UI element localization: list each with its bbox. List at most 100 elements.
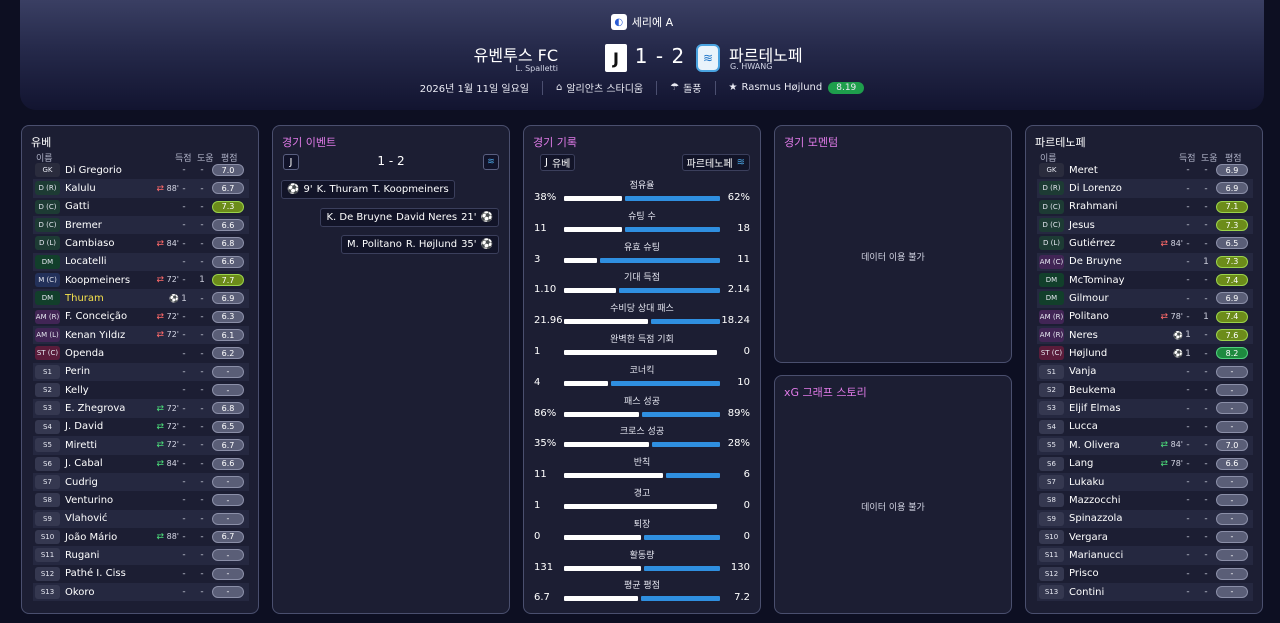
player-row[interactable]: D (R) Kalulu ⇄ 88' - -6.7 xyxy=(33,179,249,198)
player-name[interactable]: Politano xyxy=(1069,311,1109,322)
player-name[interactable]: Contini xyxy=(1069,587,1104,598)
player-name[interactable]: Lukaku xyxy=(1069,477,1104,488)
player-name[interactable]: Gatti xyxy=(65,201,90,212)
away-team-logo-icon[interactable]: ≋ xyxy=(696,44,720,72)
player-name[interactable]: Højlund xyxy=(1069,348,1107,359)
player-name[interactable]: J. Cabal xyxy=(65,458,103,469)
player-row[interactable]: S11 Rugani - - - xyxy=(33,546,249,565)
player-row[interactable]: S10 Vergara - - - xyxy=(1037,528,1253,546)
player-name[interactable]: Locatelli xyxy=(65,256,107,267)
player-row[interactable]: D (L) Gutiérrez ⇄ 84' - -6.5 xyxy=(1037,234,1253,252)
player-name[interactable]: Gutiérrez xyxy=(1069,238,1115,249)
player-row[interactable]: AM (R) Politano ⇄ 78' - 1 7.4 xyxy=(1037,308,1253,326)
event-goal[interactable]: K. De Bruyne David Neres 21' ⚽ xyxy=(320,208,499,227)
player-row[interactable]: ST (C) Openda - -6.2 xyxy=(33,344,249,362)
player-row[interactable]: S12 Pathé I. Ciss - - - xyxy=(33,565,249,583)
event-goal[interactable]: ⚽ 9' K. Thuram T. Koopmeiners xyxy=(281,180,455,199)
player-name[interactable]: Spinazzola xyxy=(1069,513,1122,524)
player-row[interactable]: D (C) Jesus - -7.3 xyxy=(1037,216,1253,235)
player-row[interactable]: S1 Vanja - - - xyxy=(1037,362,1253,382)
player-name[interactable]: Eljif Elmas xyxy=(1069,403,1121,414)
stadium-name[interactable]: 알리안츠 스타디움 xyxy=(566,80,643,95)
player-row[interactable]: S4 J. David ⇄ 72' - -6.5 xyxy=(33,418,249,436)
player-name[interactable]: Kalulu xyxy=(65,183,96,194)
player-name[interactable]: Kenan Yıldız xyxy=(65,330,125,341)
player-name[interactable]: Vanja xyxy=(1069,366,1096,377)
player-name[interactable]: Mazzocchi xyxy=(1069,495,1120,506)
player-row[interactable]: S13 Okoro - - - xyxy=(33,582,249,602)
player-name[interactable]: Di Lorenzo xyxy=(1069,183,1122,194)
player-name[interactable]: Koopmeiners xyxy=(65,275,130,286)
player-name[interactable]: Okoro xyxy=(65,587,94,598)
player-row[interactable]: S4 Lucca - - - xyxy=(1037,418,1253,436)
player-name[interactable]: F. Conceição xyxy=(65,311,127,322)
player-name[interactable]: Beukema xyxy=(1069,385,1116,396)
player-name[interactable]: Openda xyxy=(65,348,104,359)
player-name[interactable]: Rrahmani xyxy=(1069,201,1118,212)
player-row[interactable]: S6 J. Cabal ⇄ 84' - -6.6 xyxy=(33,455,249,473)
player-row[interactable]: ST (C) Højlund ⚽ 1 -8.2 xyxy=(1037,344,1253,362)
player-name[interactable]: Neres xyxy=(1069,330,1098,341)
player-name[interactable]: Cudrig xyxy=(65,477,98,488)
player-row[interactable]: AM (R) Neres ⚽ 1 -7.6 xyxy=(1037,326,1253,345)
player-row[interactable]: S2 Kelly - - - xyxy=(33,381,249,399)
player-name[interactable]: Vergara xyxy=(1069,532,1108,543)
player-name[interactable]: Gilmour xyxy=(1069,293,1109,304)
player-row[interactable]: S9 Spinazzola - - - xyxy=(1037,509,1253,528)
player-name[interactable]: Jesus xyxy=(1069,220,1095,231)
player-name[interactable]: Rugani xyxy=(65,550,99,561)
player-row[interactable]: S2 Beukema - - - xyxy=(1037,381,1253,399)
player-row[interactable]: M (C) Koopmeiners ⇄ 72' - 1 7.7 xyxy=(33,271,249,289)
player-name[interactable]: Vlahović xyxy=(65,513,107,524)
player-name[interactable]: Miretti xyxy=(65,440,97,451)
player-name[interactable]: Di Gregorio xyxy=(65,165,122,176)
player-name[interactable]: Lang xyxy=(1069,458,1093,469)
player-row[interactable]: S5 M. Olivera ⇄ 84' - -7.0 xyxy=(1037,436,1253,455)
player-name[interactable]: Meret xyxy=(1069,165,1098,176)
stats-away-team[interactable]: 파르테노페 ≋ xyxy=(681,154,750,171)
player-row[interactable]: S8 Mazzocchi - - - xyxy=(1037,491,1253,509)
player-name[interactable]: McTominay xyxy=(1069,275,1125,286)
player-row[interactable]: AM (C) De Bruyne - 1 7.3 xyxy=(1037,252,1253,272)
player-row[interactable]: S1 Perin - - - xyxy=(33,362,249,382)
player-row[interactable]: S3 Eljif Elmas - - - xyxy=(1037,399,1253,418)
player-name[interactable]: M. Olivera xyxy=(1069,440,1120,451)
player-row[interactable]: D (L) Cambiaso ⇄ 84' - -6.8 xyxy=(33,234,249,252)
stats-home-team[interactable]: J 유베 xyxy=(540,154,576,171)
player-row[interactable]: S11 Marianucci - - - xyxy=(1037,546,1253,565)
player-row[interactable]: DM Gilmour - -6.9 xyxy=(1037,289,1253,308)
player-name[interactable]: Thuram xyxy=(65,293,104,304)
player-row[interactable]: S6 Lang ⇄ 78' - -6.6 xyxy=(1037,455,1253,473)
player-name[interactable]: E. Zhegrova xyxy=(65,403,125,414)
event-goal[interactable]: M. Politano R. Højlund 35' ⚽ xyxy=(341,235,499,254)
player-row[interactable]: DM Thuram ⚽ 1 -6.9 xyxy=(33,289,249,308)
player-name[interactable]: Pathé I. Ciss xyxy=(65,568,126,579)
player-row[interactable]: DM Locatelli - -6.6 xyxy=(33,252,249,272)
player-row[interactable]: D (C) Bremer - -6.6 xyxy=(33,216,249,235)
player-row[interactable]: S7 Cudrig - - - xyxy=(33,472,249,492)
player-row[interactable]: S9 Vlahović - - - xyxy=(33,509,249,528)
competition[interactable]: ◐ 세리에 A xyxy=(20,14,1264,30)
player-name[interactable]: Cambiaso xyxy=(65,238,114,249)
player-name[interactable]: Marianucci xyxy=(1069,550,1123,561)
player-row[interactable]: S8 Venturino - - - xyxy=(33,491,249,509)
player-row[interactable]: S13 Contini - - - xyxy=(1037,582,1253,602)
player-row[interactable]: S10 João Mário ⇄ 88' - -6.7 xyxy=(33,528,249,546)
player-row[interactable]: D (R) Di Lorenzo - -6.9 xyxy=(1037,179,1253,198)
player-row[interactable]: D (C) Gatti - -7.3 xyxy=(33,198,249,216)
player-row[interactable]: AM (R) F. Conceição ⇄ 72' - -6.3 xyxy=(33,308,249,326)
player-name[interactable]: Perin xyxy=(65,366,90,377)
player-row[interactable]: GK Di Gregorio - -7.0 xyxy=(33,161,249,179)
player-row[interactable]: D (C) Rrahmani - -7.1 xyxy=(1037,198,1253,216)
player-name[interactable]: De Bruyne xyxy=(1069,256,1122,267)
player-row[interactable]: DM McTominay - -7.4 xyxy=(1037,271,1253,289)
player-name[interactable]: Bremer xyxy=(65,220,102,231)
player-row[interactable]: S12 Prisco - - - xyxy=(1037,565,1253,583)
player-name[interactable]: Prisco xyxy=(1069,568,1099,579)
player-row[interactable]: S5 Miretti ⇄ 72' - -6.7 xyxy=(33,436,249,455)
player-row[interactable]: GK Meret - -6.9 xyxy=(1037,161,1253,179)
player-name[interactable]: J. David xyxy=(65,421,103,432)
player-name[interactable]: Kelly xyxy=(65,385,89,396)
player-of-match[interactable]: Rasmus Højlund xyxy=(741,82,822,93)
player-name[interactable]: Venturino xyxy=(65,495,113,506)
